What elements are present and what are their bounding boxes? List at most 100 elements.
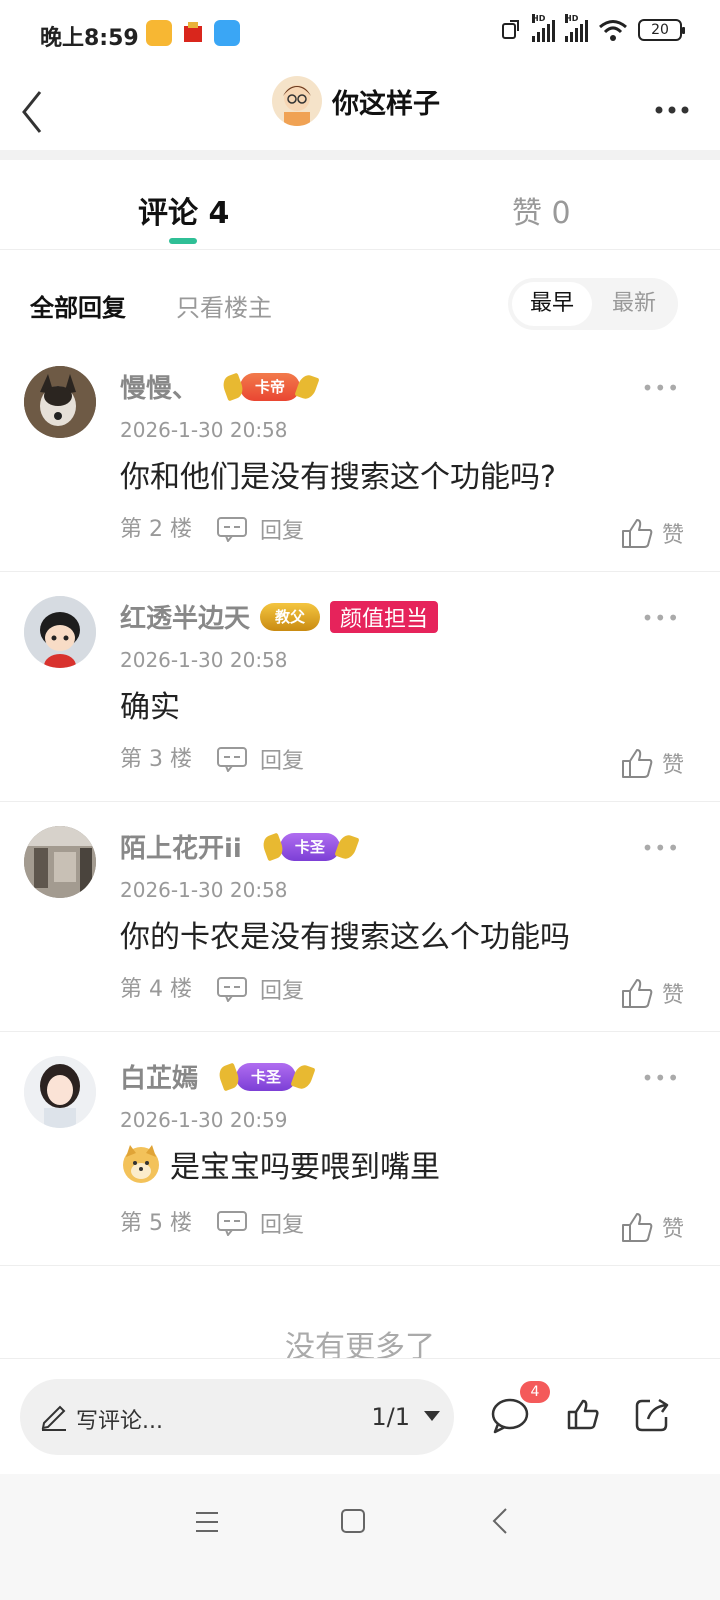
comment-text-content: 是宝宝吗要喂到嘴里 — [170, 1150, 440, 1185]
author-avatar[interactable] — [272, 76, 322, 126]
commenter-avatar[interactable] — [24, 826, 96, 898]
like-button[interactable]: 赞 — [620, 747, 684, 779]
thumbs-up-icon — [621, 749, 653, 778]
sort-earliest[interactable]: 最早 — [512, 282, 592, 326]
comment-text: 确实 — [120, 682, 180, 726]
reply-label: 回复 — [260, 519, 305, 544]
comment-text-content: 确实 — [120, 690, 180, 725]
filter-all-replies[interactable]: 全部回复 — [30, 288, 126, 323]
like-button[interactable]: 赞 — [620, 977, 684, 1009]
active-tab-indicator — [169, 238, 197, 244]
more-icon — [655, 106, 689, 114]
comment-text: 你和他们是没有搜索这个功能吗? — [120, 452, 556, 496]
top-header: 你这样子 — [0, 66, 720, 150]
reply-label: 回复 — [260, 979, 305, 1004]
thumbs-up-icon — [567, 1399, 599, 1430]
commenter-info: 白芷嫣 卡圣 — [120, 1058, 297, 1095]
like-post-button[interactable] — [566, 1397, 600, 1435]
comment-time: 2026-1-30 20:58 — [120, 648, 288, 672]
commenter-info: 陌上花开ii 卡圣 — [120, 828, 340, 865]
reply-button[interactable]: 回复 — [216, 973, 304, 1005]
comment-more-button[interactable]: ••• — [642, 836, 680, 860]
tab-comments[interactable]: 评论 4 — [138, 188, 229, 232]
page: 晚上8:59 HD HD 20 你这样子 评论 4 赞 0 全部回复 只看楼主 … — [0, 0, 720, 1600]
section-divider — [0, 150, 720, 160]
status-bar: 晚上8:59 HD HD 20 — [0, 0, 720, 66]
like-label: 赞 — [661, 1217, 684, 1242]
level-badge: 卡圣 — [279, 832, 340, 861]
comment-icon — [491, 1398, 529, 1434]
floor-number: 第 2 楼 — [120, 517, 192, 542]
commenter-name[interactable]: 陌上花开ii — [120, 828, 242, 865]
menu-icon[interactable] — [194, 1510, 220, 1534]
signal-icon: HD — [565, 14, 588, 42]
tab-bar: 评论 4 赞 0 — [0, 160, 720, 250]
doge-emoji-icon — [123, 1145, 159, 1183]
comment-time: 2026-1-30 20:58 — [120, 878, 288, 902]
floor-number: 第 4 楼 — [120, 977, 192, 1002]
comment-text-content: 你和他们是没有搜索这个功能吗? — [120, 460, 556, 495]
comment-text: 你的卡农是没有搜索这么个功能吗 — [120, 912, 570, 956]
rotate-icon — [502, 20, 519, 39]
commenter-info: 红透半边天 教父 颜值担当 — [120, 598, 439, 635]
notification-app-icon — [214, 20, 240, 46]
battery-indicator: 20 — [638, 19, 685, 41]
sort-toggle: 最早 最新 — [508, 278, 678, 330]
post-author[interactable]: 你这样子 — [272, 76, 440, 126]
level-badge: 卡帝 — [240, 372, 301, 401]
comment-item: 慢慢、 卡帝 ••• 2026-1-30 20:58 你和他们是没有搜索这个功能… — [0, 342, 720, 572]
like-label: 赞 — [661, 753, 684, 778]
tab-likes[interactable]: 赞 0 — [512, 188, 571, 232]
status-icons: HD HD 20 — [500, 14, 685, 42]
filter-row: 全部回复 只看楼主 最早 最新 — [0, 278, 720, 334]
comment-time: 2026-1-30 20:58 — [120, 418, 288, 442]
notification-app-icon — [180, 20, 206, 46]
filter-owner-only[interactable]: 只看楼主 — [176, 288, 272, 323]
nav-back-icon[interactable] — [490, 1506, 510, 1536]
level-badge: 卡圣 — [236, 1062, 297, 1091]
signal-hd-label: HD — [565, 14, 579, 23]
notification-app-icon — [146, 20, 172, 46]
more-button[interactable] — [654, 92, 690, 122]
comment-text-content: 你的卡农是没有搜索这么个功能吗 — [120, 920, 570, 955]
commenter-name[interactable]: 红透半边天 — [120, 598, 250, 635]
write-comment-placeholder: 写评论... — [76, 1409, 163, 1434]
like-button[interactable]: 赞 — [620, 517, 684, 549]
comment-text: 是宝宝吗要喂到嘴里 — [120, 1142, 440, 1186]
reply-button[interactable]: 回复 — [216, 743, 304, 775]
reply-button[interactable]: 回复 — [216, 1207, 304, 1239]
reply-icon — [217, 517, 247, 542]
signal-hd-label: HD — [532, 14, 546, 23]
share-button[interactable] — [634, 1397, 670, 1437]
reply-label: 回复 — [260, 1213, 305, 1238]
chevron-down-icon[interactable] — [424, 1411, 440, 1421]
commenter-name[interactable]: 慢慢、 — [120, 368, 198, 405]
page-indicator[interactable]: 1/1 — [371, 1403, 410, 1431]
back-button[interactable] — [14, 80, 54, 136]
comments-button[interactable] — [490, 1397, 530, 1439]
honor-tag: 颜值担当 — [330, 600, 439, 633]
commenter-name[interactable]: 白芷嫣 — [120, 1058, 198, 1095]
like-button[interactable]: 赞 — [620, 1211, 684, 1243]
comment-more-button[interactable]: ••• — [642, 1066, 680, 1090]
comment-more-button[interactable]: ••• — [642, 606, 680, 630]
reply-button[interactable]: 回复 — [216, 513, 304, 545]
commenter-avatar[interactable] — [24, 596, 96, 668]
status-time: 晚上8:59 — [40, 26, 139, 51]
level-badge: 教父 — [260, 602, 321, 631]
signal-icon: HD — [532, 14, 555, 42]
write-comment-input[interactable]: 写评论... 1/1 — [20, 1379, 454, 1455]
comment-count-badge: 4 — [520, 1381, 550, 1403]
page-title: 你这样子 — [332, 88, 440, 120]
commenter-avatar[interactable] — [24, 1056, 96, 1128]
reply-icon — [217, 1211, 247, 1236]
comment-time: 2026-1-30 20:59 — [120, 1108, 288, 1132]
thumbs-up-icon — [621, 519, 653, 548]
comment-item: 陌上花开ii 卡圣 ••• 2026-1-30 20:58 你的卡农是没有搜索这… — [0, 802, 720, 1032]
system-nav-bar — [0, 1474, 720, 1600]
sort-newest[interactable]: 最新 — [594, 282, 674, 326]
comment-more-button[interactable]: ••• — [642, 376, 680, 400]
pencil-icon — [41, 1405, 66, 1431]
commenter-avatar[interactable] — [24, 366, 96, 438]
home-icon[interactable] — [340, 1508, 366, 1534]
